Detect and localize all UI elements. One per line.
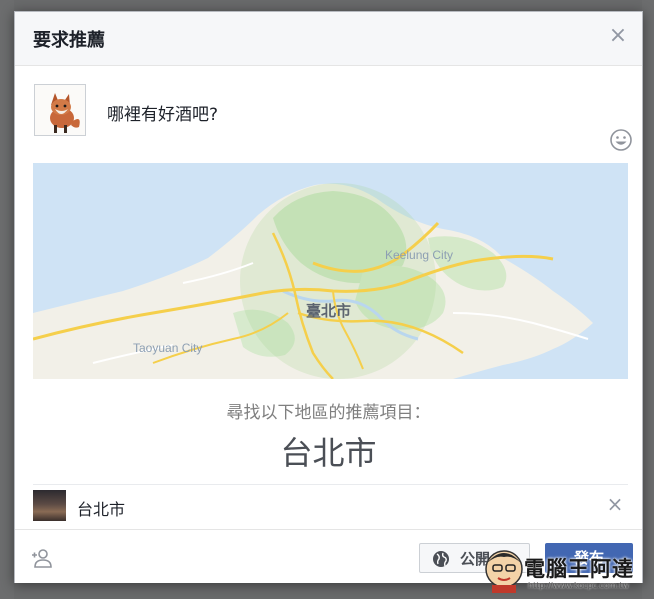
divider: [33, 484, 628, 485]
recommendation-city: 台北市: [280, 434, 377, 472]
recommendation-prompt: 尋找以下地區的推薦項目：: [226, 403, 431, 423]
fox-avatar-image: [35, 85, 85, 135]
watermark-text: 電腦王阿達: [524, 557, 634, 581]
location-name: 台北市: [77, 500, 126, 519]
mascot-logo-icon: [485, 550, 523, 593]
tag-people-icon[interactable]: [31, 547, 53, 569]
watermark-url: http://www.kocpc.com.tw: [528, 581, 629, 590]
map-label-keelung: Keelung City: [385, 248, 453, 262]
post-text[interactable]: 哪裡有好酒吧?: [107, 100, 218, 125]
map-canvas: Keelung City 臺北市 Taoyuan City: [33, 163, 628, 379]
remove-location-icon[interactable]: ×: [606, 494, 624, 514]
globe-icon: [432, 550, 450, 568]
map-label-taoyuan: Taoyuan City: [133, 341, 202, 355]
location-map[interactable]: Keelung City 臺北市 Taoyuan City: [33, 163, 628, 379]
location-thumbnail: [33, 490, 66, 521]
map-label-taipei: 臺北市: [306, 302, 351, 320]
close-icon[interactable]: ×: [608, 25, 628, 47]
watermark: 電腦王阿達 http://www.kocpc.com.tw: [482, 541, 654, 599]
avatar: [34, 84, 86, 136]
ask-for-recommendations-dialog: 要求推薦 × 哪裡有好酒吧? Keelung City 臺北市 Taoyuan …: [14, 11, 643, 583]
smiley-icon[interactable]: [610, 129, 632, 151]
dialog-header: 要求推薦 ×: [15, 12, 642, 66]
dialog-title: 要求推薦: [33, 30, 105, 51]
